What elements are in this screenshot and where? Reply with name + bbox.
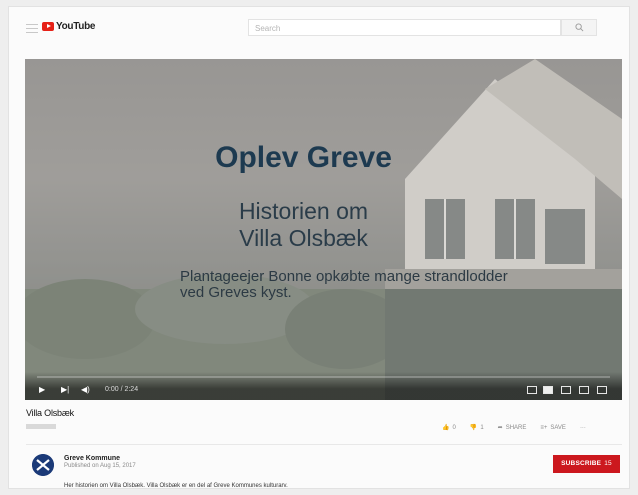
- save-label: SAVE: [550, 424, 566, 431]
- masthead: YouTube Search: [8, 6, 630, 46]
- subscribe-label: SUBSCRIBE: [561, 460, 602, 467]
- like-count: 0: [452, 424, 456, 431]
- miniplayer-icon[interactable]: [561, 386, 571, 394]
- search-icon: [574, 23, 583, 32]
- video-actions: 👍 0 👎 1 ➦ SHARE ≡+ SAVE ···: [442, 424, 586, 432]
- settings-icon[interactable]: [543, 386, 553, 394]
- youtube-logo-icon: [42, 22, 54, 31]
- channel-name[interactable]: Greve Kommune: [64, 455, 120, 462]
- view-count: [26, 424, 56, 429]
- thumbs-up-icon: 👍: [442, 425, 450, 431]
- next-icon[interactable]: ▶|: [61, 385, 69, 394]
- divider: [26, 444, 622, 445]
- save-icon: ≡+: [540, 424, 548, 431]
- video-description: Her historien om Villa Olsbæk. Villa Ols…: [64, 483, 288, 489]
- channel-avatar[interactable]: [32, 454, 54, 476]
- theater-icon[interactable]: [579, 386, 589, 394]
- video-title: Villa Olsbæk: [26, 408, 74, 418]
- search-input[interactable]: Search: [248, 19, 561, 36]
- subscribe-button[interactable]: SUBSCRIBE 15: [553, 455, 620, 473]
- like-button[interactable]: 👍 0: [442, 424, 456, 432]
- more-icon: ···: [579, 424, 586, 431]
- channel-logo-icon: [32, 454, 54, 476]
- more-button[interactable]: ···: [580, 425, 586, 431]
- overlay-subtitle-line1: Historien om: [238, 198, 369, 224]
- save-button[interactable]: ≡+ SAVE: [540, 425, 566, 431]
- share-button[interactable]: ➦ SHARE: [497, 424, 527, 432]
- menu-icon[interactable]: [26, 24, 38, 33]
- player-controls: ▶ ▶| ◀) 0:00 / 2:24: [25, 372, 622, 400]
- fullscreen-icon[interactable]: [597, 386, 607, 394]
- play-icon[interactable]: ▶: [39, 385, 45, 394]
- subtitles-icon[interactable]: [527, 386, 537, 394]
- dislike-button[interactable]: 👎 1: [469, 424, 484, 432]
- thumbs-down-icon: 👎: [469, 425, 478, 431]
- youtube-page: YouTube Search Oplev Greve Historien om …: [8, 6, 630, 489]
- youtube-logo[interactable]: YouTube: [42, 21, 96, 32]
- overlay-caption: Plantageejer Bonne opkøbte mange strandl…: [180, 268, 508, 301]
- volume-icon[interactable]: ◀): [81, 385, 90, 394]
- publish-date: Published on Aug 15, 2017: [64, 463, 136, 469]
- subscriber-count: 15: [604, 460, 612, 467]
- logo-text: YouTube: [56, 21, 96, 32]
- overlay-title: Oplev Greve: [215, 141, 392, 174]
- progress-bar[interactable]: [37, 376, 610, 378]
- dislike-count: 1: [480, 424, 484, 431]
- share-label: SHARE: [505, 424, 527, 431]
- time-display: 0:00 / 2:24: [105, 386, 139, 393]
- video-player[interactable]: Oplev Greve Historien om Villa Olsbæk Pl…: [25, 59, 622, 400]
- overlay-subtitle-line2: Villa Olsbæk: [239, 225, 368, 251]
- share-icon: ➦: [497, 425, 503, 431]
- search-button[interactable]: [561, 19, 597, 36]
